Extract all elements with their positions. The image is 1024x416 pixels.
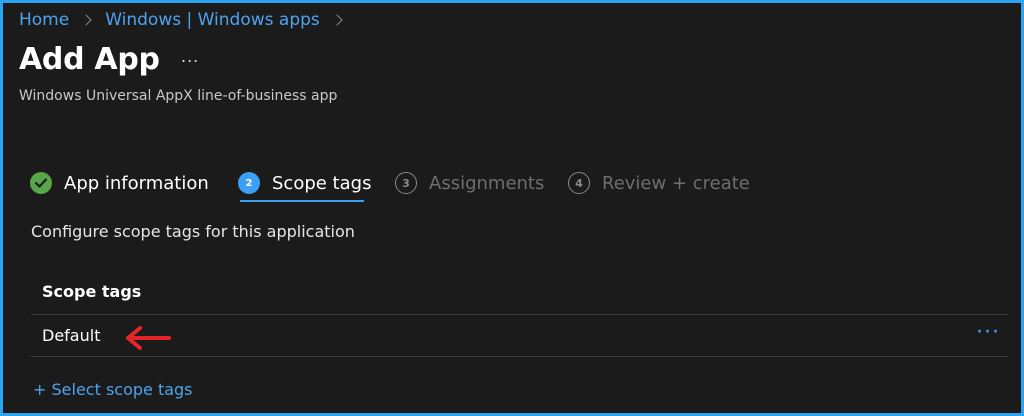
scope-tag-name: Default (42, 326, 101, 345)
table-header: Scope tags (31, 269, 1008, 315)
chevron-right-icon (331, 14, 343, 26)
section-description: Configure scope tags for this applicatio… (31, 222, 355, 241)
app-window: Home Windows | Windows apps Add App ... … (0, 0, 1024, 416)
breadcrumb: Home Windows | Windows apps (19, 10, 356, 30)
chevron-right-icon (80, 14, 92, 26)
step-number-badge: 3 (395, 172, 417, 194)
checkmark-icon (30, 172, 52, 194)
breadcrumb-home-link[interactable]: Home (19, 10, 69, 30)
wizard-steps: App information 2 Scope tags 3 Assignmen… (30, 165, 990, 205)
select-scope-tags-link[interactable]: + Select scope tags (33, 380, 193, 399)
scope-tags-table: Scope tags Default ··· (31, 269, 1008, 357)
more-options-button[interactable]: ... (181, 47, 199, 66)
step-assignments[interactable]: 3 Assignments (395, 165, 544, 201)
step-label: Scope tags (272, 172, 372, 194)
left-arrow-icon (126, 326, 171, 350)
step-label: Review + create (602, 172, 750, 194)
step-label: App information (64, 172, 209, 194)
table-row: Default ··· (31, 315, 1008, 357)
step-scope-tags[interactable]: 2 Scope tags (238, 165, 371, 201)
breadcrumb-windows-apps-link[interactable]: Windows | Windows apps (105, 10, 320, 30)
step-label: Assignments (429, 172, 545, 194)
row-more-options-icon[interactable]: ··· (976, 322, 1000, 344)
page-title: Add App (19, 42, 160, 77)
step-app-information[interactable]: App information (30, 165, 209, 201)
active-step-indicator (240, 200, 364, 202)
step-number-badge: 4 (568, 172, 590, 194)
step-number-badge: 2 (238, 172, 260, 194)
page-subtitle: Windows Universal AppX line-of-business … (19, 88, 338, 104)
step-review-create[interactable]: 4 Review + create (568, 165, 750, 201)
